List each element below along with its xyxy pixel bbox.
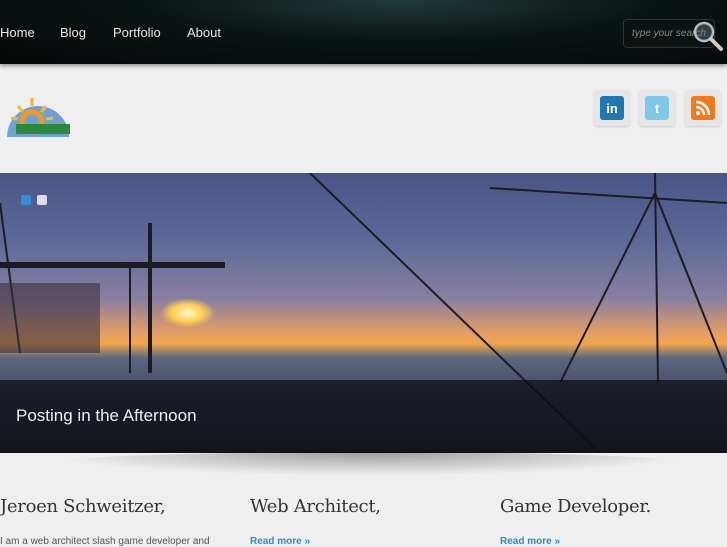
column-title: Web Architect, (250, 496, 381, 517)
column-about: Jeroen Schweitzer, I am a web architect s… (0, 496, 210, 547)
column-title: Jeroen Schweitzer, (0, 496, 166, 517)
rss-button[interactable] (685, 90, 721, 126)
nav-home[interactable]: Home (0, 25, 35, 40)
slide-dot-1[interactable] (21, 195, 31, 205)
read-more-link[interactable]: Read more » (500, 536, 651, 547)
rss-icon (691, 96, 715, 120)
slide-dot-2[interactable] (37, 195, 47, 205)
slide-caption: Posting in the Afternoon (0, 380, 727, 453)
nav-blog[interactable]: Blog (60, 25, 86, 40)
nav-portfolio[interactable]: Portfolio (113, 25, 161, 40)
slide-caption-text[interactable]: Posting in the Afternoon (16, 406, 197, 426)
column-title: Game Developer. (500, 496, 652, 517)
column-game-developer: Game Developer. Read more » (500, 496, 651, 547)
twitter-button[interactable]: t (639, 90, 675, 126)
nav-about[interactable]: About (187, 25, 221, 40)
twitter-icon: t (645, 96, 669, 120)
top-navigation: Home Blog Portfolio About type your sear… (0, 0, 727, 64)
linkedin-button[interactable]: in (594, 90, 630, 126)
image-slider[interactable]: Posting in the Afternoon (0, 173, 727, 453)
search-icon[interactable] (690, 19, 724, 53)
column-text: I am a web architect slash game develope… (0, 536, 210, 547)
logo[interactable] (6, 92, 70, 137)
slider-shadow (40, 452, 700, 476)
linkedin-icon: in (600, 96, 624, 120)
column-web-architect: Web Architect, Read more » (250, 496, 381, 547)
read-more-link[interactable]: Read more » (250, 536, 381, 547)
